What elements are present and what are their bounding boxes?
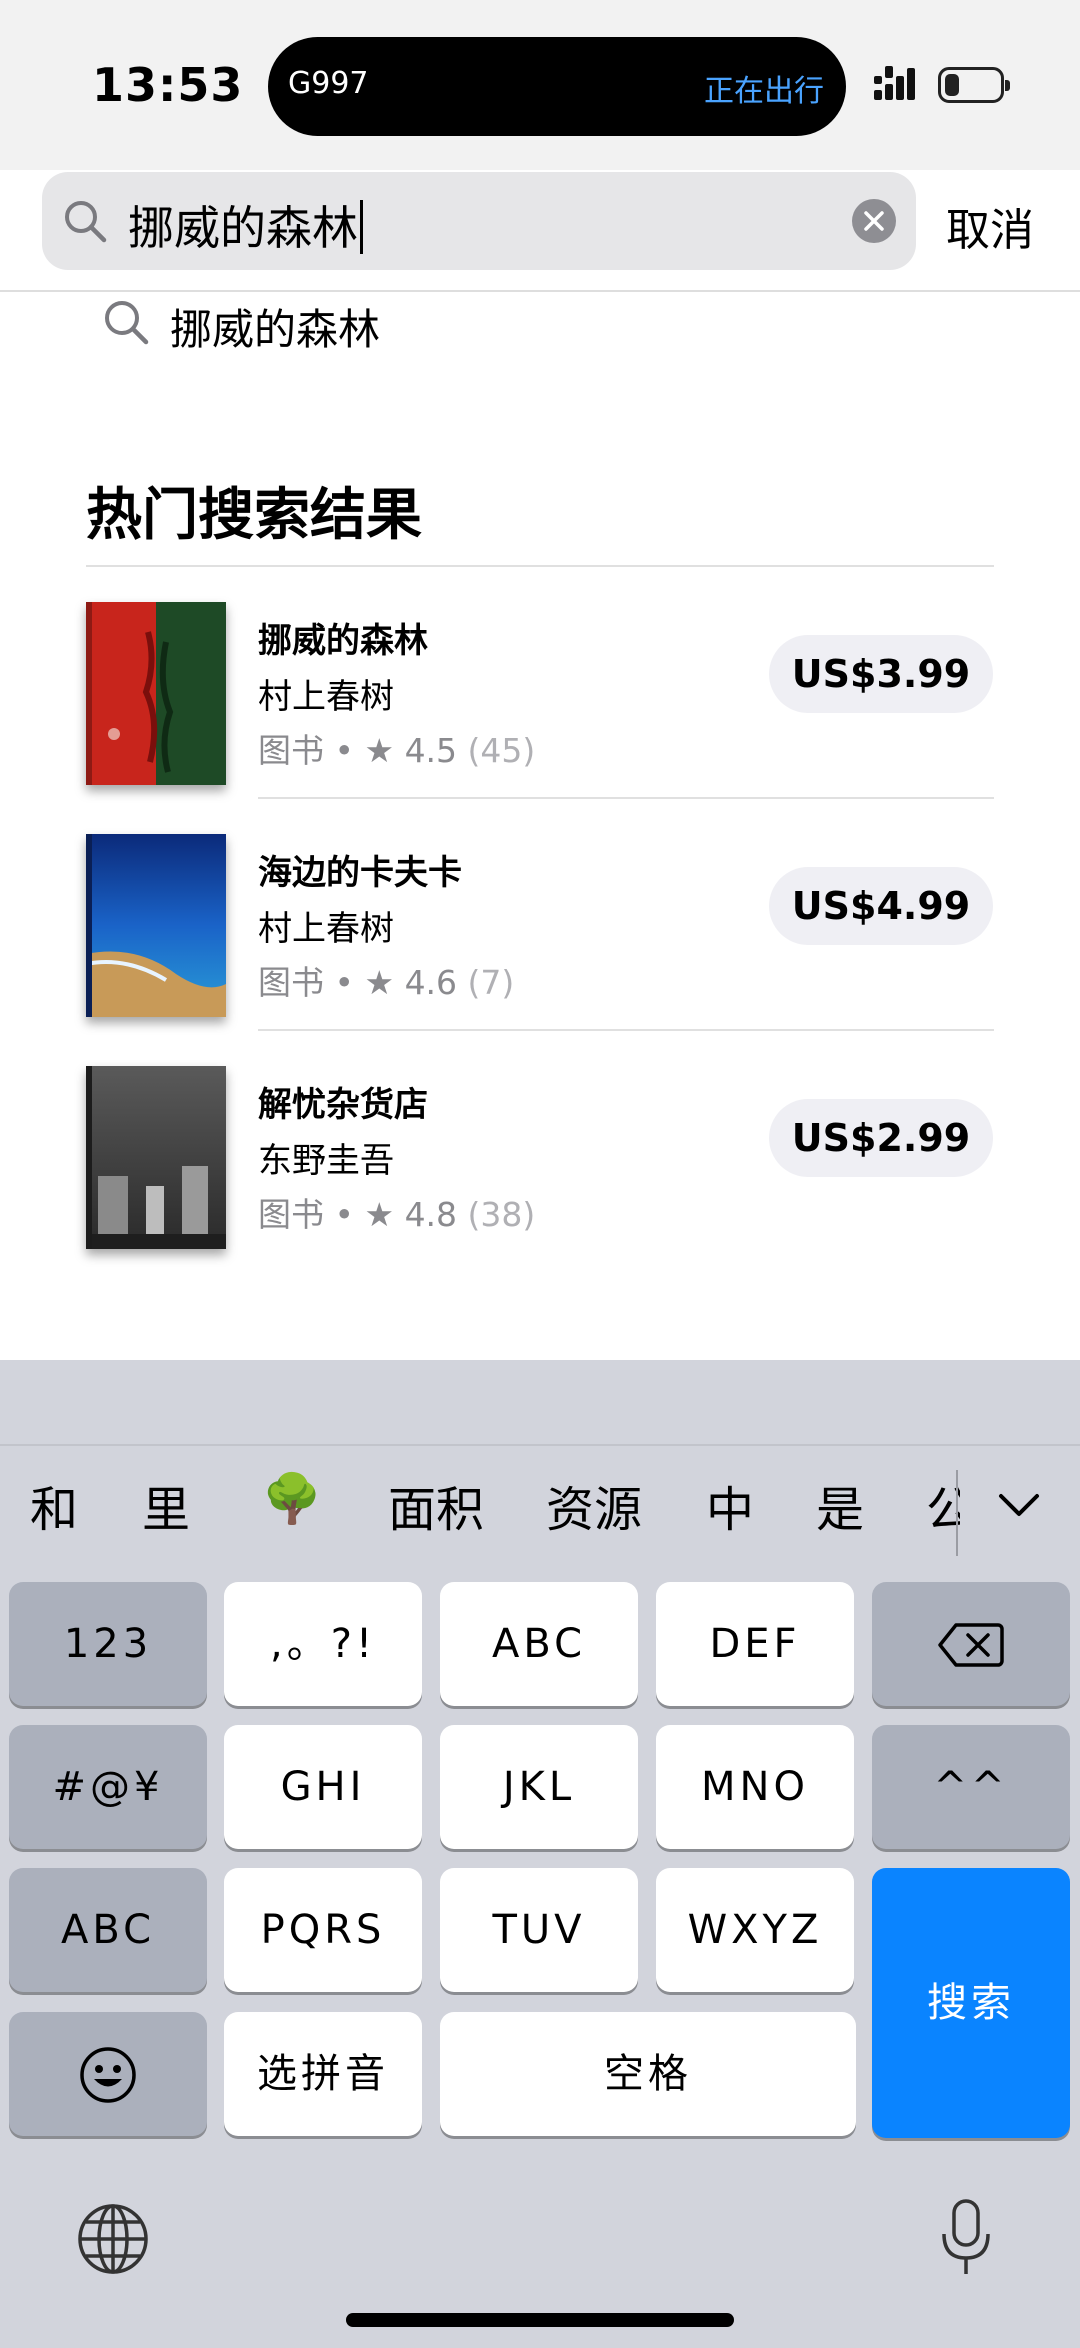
book-author: 村上春树	[258, 909, 394, 949]
status-bar: 13:53 G997 正在出行	[0, 0, 1080, 170]
search-key[interactable]: 搜索	[872, 1868, 1070, 2138]
key-def[interactable]: DEF	[656, 1582, 854, 1706]
candidate-word[interactable]: 里	[142, 1470, 190, 1540]
key-pqrs[interactable]: PQRS	[224, 1868, 422, 1992]
chevron-down-icon[interactable]	[997, 1490, 1041, 1520]
status-time: 13:53	[92, 58, 244, 112]
book-title: 解忧杂货店	[258, 1085, 428, 1125]
book-author: 东野圭吾	[258, 1141, 394, 1181]
key-punctuation[interactable]: ,。?!	[224, 1582, 422, 1706]
space-key[interactable]: 空格	[440, 2012, 856, 2136]
key-jkl[interactable]: JKL	[440, 1725, 638, 1849]
candidate-word[interactable]: 是	[816, 1470, 864, 1540]
book-author: 村上春树	[258, 677, 394, 717]
search-icon	[65, 201, 107, 243]
book-rating: 4.5	[404, 731, 458, 770]
dynamic-island[interactable]: G997 正在出行	[268, 37, 846, 136]
price-button[interactable]: US$3.99	[769, 635, 993, 713]
key-mno[interactable]: MNO	[656, 1725, 854, 1849]
key-symbols[interactable]: #@¥	[9, 1725, 207, 1849]
candidate-separator	[956, 1470, 958, 1556]
emoji-icon	[80, 2047, 136, 2103]
home-indicator[interactable]	[346, 2313, 734, 2327]
key-pinyin[interactable]: 选拼音	[224, 2012, 422, 2136]
star-icon: ★	[364, 731, 395, 770]
suggestion-label: 挪威的森林	[170, 305, 381, 354]
microphone-icon[interactable]	[938, 2198, 994, 2278]
text-caret	[360, 200, 363, 254]
book-title: 挪威的森林	[258, 621, 428, 661]
book-category: 图书	[258, 731, 324, 770]
candidate-bar: 和 里 🌳 面积 资源 中 是 公	[0, 1470, 960, 1550]
key-abc-mode[interactable]: ABC	[9, 1868, 207, 1992]
candidate-word[interactable]: 公	[926, 1470, 960, 1540]
section-title: 热门搜索结果	[86, 483, 422, 548]
list-item[interactable]: 挪威的森林 村上春树 图书 • ★ 4.5 (45) US$3.99	[0, 567, 1080, 799]
candidate-word[interactable]: 资源	[546, 1470, 642, 1540]
book-rating: 4.8	[404, 1195, 458, 1234]
candidate-word[interactable]: 🌳	[262, 1470, 322, 1527]
search-input[interactable]: 挪威的森林	[42, 172, 916, 270]
signal-icon	[874, 66, 915, 100]
meta-separator: •	[334, 963, 354, 1002]
cancel-button[interactable]: 取消	[946, 194, 1034, 258]
book-title: 海边的卡夫卡	[258, 853, 462, 893]
close-icon	[864, 211, 884, 231]
meta-separator: •	[334, 731, 354, 770]
header-divider	[0, 290, 1080, 292]
candidate-word[interactable]: 面积	[388, 1470, 484, 1540]
star-icon: ★	[364, 1195, 395, 1234]
key-ghi[interactable]: GHI	[224, 1725, 422, 1849]
key-wxyz[interactable]: WXYZ	[656, 1868, 854, 1992]
island-train-number: G997	[288, 66, 369, 101]
key-caret[interactable]: ^^	[872, 1725, 1070, 1849]
candidate-word[interactable]: 中	[706, 1470, 754, 1540]
globe-icon[interactable]	[76, 2202, 150, 2276]
key-abc[interactable]: ABC	[440, 1582, 638, 1706]
island-status-text: 正在出行	[704, 74, 824, 109]
emoji-key[interactable]	[9, 2012, 207, 2136]
book-rating: 4.6	[404, 963, 458, 1002]
book-meta: 图书 • ★ 4.5 (45)	[258, 724, 535, 772]
backspace-key[interactable]	[872, 1582, 1070, 1706]
book-category: 图书	[258, 963, 324, 1002]
candidate-word[interactable]: 和	[30, 1470, 78, 1540]
key-tuv[interactable]: TUV	[440, 1868, 638, 1992]
rating-count: (7)	[467, 963, 515, 1002]
meta-separator: •	[334, 1195, 354, 1234]
book-meta: 图书 • ★ 4.6 (7)	[258, 956, 514, 1004]
keyboard-divider	[0, 1444, 1080, 1446]
search-query-text: 挪威的森林	[128, 192, 363, 258]
star-icon: ★	[364, 963, 395, 1002]
book-cover-icon	[86, 1066, 226, 1249]
rating-count: (45)	[467, 731, 536, 770]
list-item[interactable]: 解忧杂货店 东野圭吾 图书 • ★ 4.8 (38) US$2.99	[0, 1031, 1080, 1263]
battery-icon	[938, 67, 1010, 103]
backspace-icon	[938, 1623, 1004, 1667]
price-button[interactable]: US$2.99	[769, 1099, 993, 1177]
search-icon	[105, 301, 149, 345]
list-item[interactable]: 海边的卡夫卡 村上春树 图书 • ★ 4.6 (7) US$4.99	[0, 799, 1080, 1031]
price-button[interactable]: US$4.99	[769, 867, 993, 945]
key-123[interactable]: 123	[9, 1582, 207, 1706]
clear-search-button[interactable]	[852, 199, 896, 243]
rating-count: (38)	[467, 1195, 536, 1234]
book-meta: 图书 • ★ 4.8 (38)	[258, 1188, 535, 1236]
keyboard: 和 里 🌳 面积 资源 中 是 公 123 ,。?! ABC DEF #@¥ G…	[0, 1360, 1080, 2348]
book-category: 图书	[258, 1195, 324, 1234]
book-cover-icon	[86, 602, 226, 785]
book-cover-icon	[86, 834, 226, 1017]
